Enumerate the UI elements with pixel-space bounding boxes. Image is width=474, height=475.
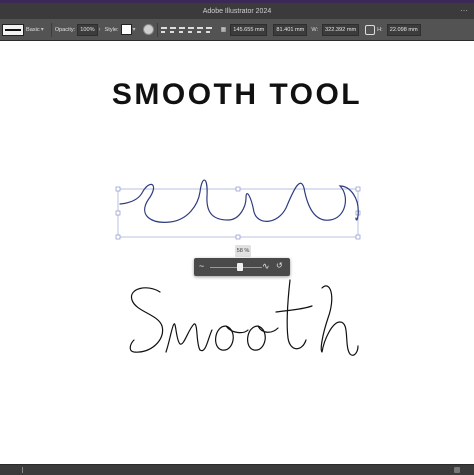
letter-s (129, 287, 164, 353)
letter-t (275, 279, 313, 350)
letter-o2 (247, 325, 279, 351)
letter-m (165, 323, 213, 353)
selection-bounding-box[interactable] (117, 188, 359, 238)
selected-loop-path[interactable] (119, 179, 359, 223)
bounding-box-handle[interactable] (355, 186, 361, 192)
wave-icon[interactable]: ∿ (262, 261, 270, 272)
bounding-box-handle[interactable] (235, 234, 241, 240)
status-menu-icon[interactable] (454, 467, 460, 473)
smoothness-slider-track[interactable] (210, 267, 262, 268)
letter-h (320, 285, 359, 356)
reset-icon[interactable]: ↺ (276, 261, 283, 270)
tilde-icon[interactable]: ~ (199, 261, 204, 271)
bounding-box-handle[interactable] (355, 234, 361, 240)
smoothness-percent-badge: 58 % (235, 245, 251, 257)
smoothness-slider-thumb[interactable] (237, 263, 244, 271)
smooth-tool-panel: ~ ∿ ↺ (194, 258, 290, 276)
artwork-canvas[interactable] (0, 0, 474, 474)
bounding-box-handle[interactable] (235, 186, 241, 192)
letter-o1 (215, 325, 249, 351)
bounding-box-handle[interactable] (115, 186, 121, 192)
bounding-box-handle[interactable] (115, 210, 121, 216)
handwriting-smooth[interactable] (129, 279, 359, 356)
status-divider (22, 467, 23, 473)
bounding-box-handle[interactable] (115, 234, 121, 240)
status-bar (0, 464, 474, 475)
